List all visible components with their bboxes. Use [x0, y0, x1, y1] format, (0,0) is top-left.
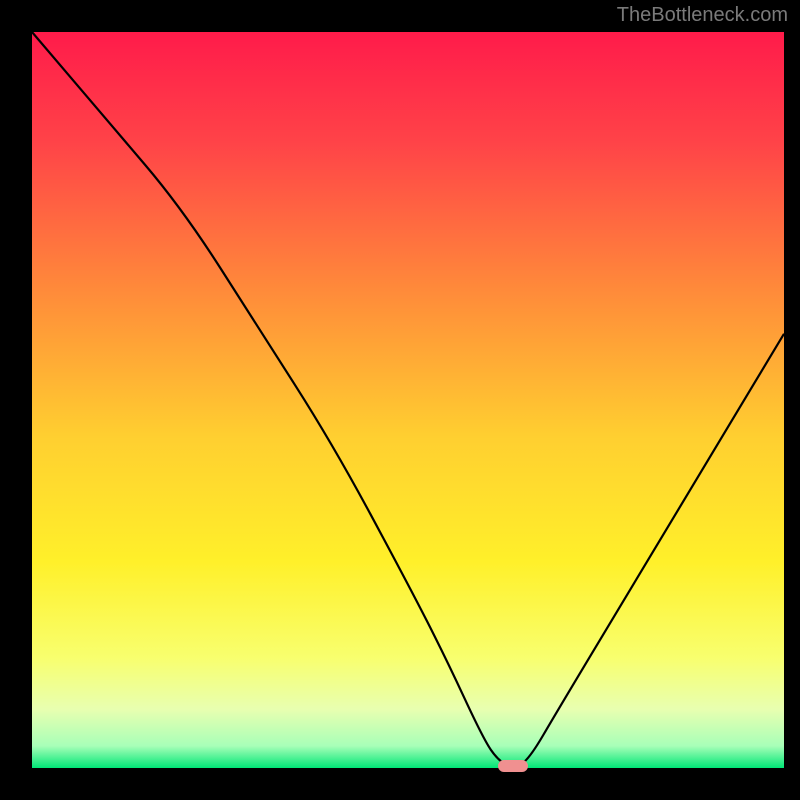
plot-area [32, 32, 784, 768]
chart-container: TheBottleneck.com [0, 0, 800, 800]
bottleneck-curve [32, 32, 784, 768]
optimal-marker [498, 760, 528, 772]
watermark-text: TheBottleneck.com [617, 4, 788, 27]
